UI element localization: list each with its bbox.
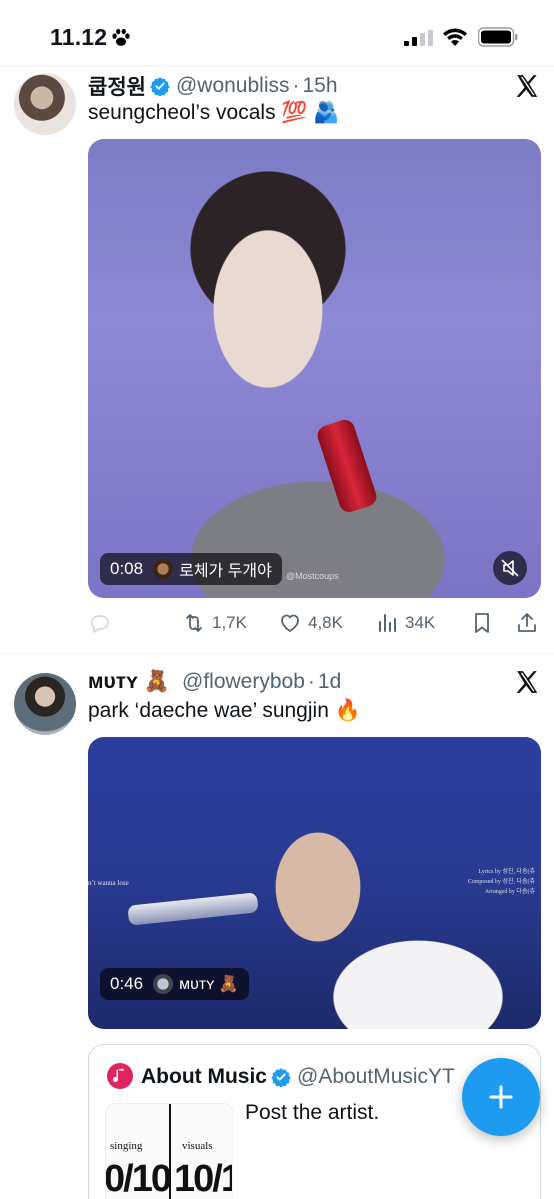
handle[interactable]: @flowerybob — [182, 670, 305, 694]
share-button[interactable] — [515, 607, 539, 639]
tweet-header: ᴍᴜᴛʏ 🧸 @flowerybob · 1d — [88, 667, 341, 697]
compose-button[interactable] — [462, 1058, 540, 1136]
cellular-signal-icon — [404, 30, 433, 46]
source-avatar — [153, 974, 174, 994]
plus-icon — [489, 1085, 513, 1109]
bookmark-icon — [475, 613, 489, 633]
video-source-name: 로체가 두개야 — [179, 563, 272, 580]
video-info-chip: 0:46 ᴍᴜᴛʏ 🧸 — [100, 968, 249, 1000]
reply-button[interactable] — [88, 607, 118, 639]
speaker-muted-icon — [501, 559, 519, 577]
post-age[interactable]: 15h — [303, 74, 338, 98]
retweet-count: 1,7K — [212, 613, 247, 632]
tweet-card[interactable]: 쿱정원 @wonubliss · 15h seungcheol’s vocals… — [0, 67, 554, 654]
like-button[interactable]: 4,8K — [278, 607, 343, 639]
microphone-image — [315, 417, 379, 515]
video-watermark: @Mostcoups — [286, 571, 339, 581]
video-credits: Lyrics by 성진, 다솜(츄 Composed by 성진, 다솜(츄 … — [468, 867, 535, 897]
thumb-score: 0/10 — [105, 1158, 172, 1199]
video-source-name: ᴍᴜᴛʏ 🧸 — [179, 976, 239, 993]
quoted-handle: @AboutMusicYT — [297, 1065, 455, 1088]
video-info-chip: 0:08 로체가 두개야 — [100, 553, 282, 585]
tweet-text: seungcheol’s vocals 💯 🫂 — [88, 101, 340, 124]
video-player[interactable]: @Mostcoups 0:08 로체가 두개야 — [88, 139, 541, 598]
wifi-icon — [443, 28, 467, 46]
microphone-image — [127, 892, 259, 926]
retweet-icon — [186, 614, 202, 632]
thumb-label: visuals — [182, 1140, 213, 1152]
quoted-image: singing visuals 0/10 10/1( — [105, 1103, 233, 1199]
verified-badge-icon — [271, 1068, 291, 1087]
video-duration: 0:46 — [110, 974, 144, 993]
battery-icon — [478, 27, 518, 47]
display-name[interactable]: ᴍᴜᴛʏ 🧸 — [88, 670, 170, 694]
paw-icon — [112, 28, 130, 46]
handle[interactable]: @wonubliss — [176, 74, 290, 98]
video-lyric-caption: n’t wanna lose — [88, 879, 129, 887]
quoted-display-name: About Music — [141, 1065, 267, 1088]
view-count: 34K — [405, 613, 436, 632]
post-age[interactable]: 1d — [318, 670, 341, 694]
bookmark-button[interactable] — [470, 607, 494, 639]
avatar[interactable] — [14, 73, 76, 135]
share-icon — [518, 613, 536, 632]
reply-icon — [91, 615, 109, 634]
credit-line: Composed by 성진, 다솜(츄 — [467, 879, 535, 885]
video-player[interactable]: n’t wanna lose Lyrics by 성진, 다솜(츄 Compos… — [88, 737, 541, 1029]
separator-dot: · — [307, 670, 315, 693]
like-count: 4,8K — [308, 613, 343, 632]
music-note-icon — [113, 1068, 124, 1082]
video-duration: 0:08 — [110, 559, 144, 578]
verified-badge-icon — [150, 77, 170, 96]
heart-icon — [281, 614, 299, 632]
tweet-header: 쿱정원 @wonubliss · 15h — [88, 71, 338, 101]
mute-toggle-button[interactable] — [493, 551, 527, 585]
quoted-header: About Music @AboutMusicYT — [141, 1063, 455, 1091]
display-name[interactable]: 쿱정원 — [88, 71, 146, 101]
x-logo-icon[interactable] — [514, 73, 540, 99]
avatar[interactable] — [14, 673, 76, 735]
quoted-avatar — [107, 1063, 133, 1089]
credit-line: Lyrics by 성진, 다솜(츄 — [478, 869, 535, 875]
action-bar: 1,7K 4,8K 34K — [88, 607, 541, 639]
x-logo-icon[interactable] — [514, 669, 540, 695]
credit-line: Arranged by 다솜(츄 — [484, 889, 535, 895]
thumb-label: singing — [110, 1140, 143, 1152]
tweet-text: park ‘daeche wae’ sungjin 🔥 — [88, 699, 361, 722]
status-bar: 11.12 — [0, 0, 554, 66]
source-avatar — [153, 559, 174, 579]
quoted-text: Post the artist. — [245, 1101, 380, 1124]
thumb-score: 10/1( — [174, 1158, 232, 1199]
retweet-button[interactable]: 1,7K — [182, 607, 247, 639]
separator-dot: · — [292, 74, 300, 97]
views-button[interactable]: 34K — [375, 607, 435, 639]
status-time: 11.12 — [50, 24, 108, 50]
bar-chart-icon — [379, 614, 396, 632]
